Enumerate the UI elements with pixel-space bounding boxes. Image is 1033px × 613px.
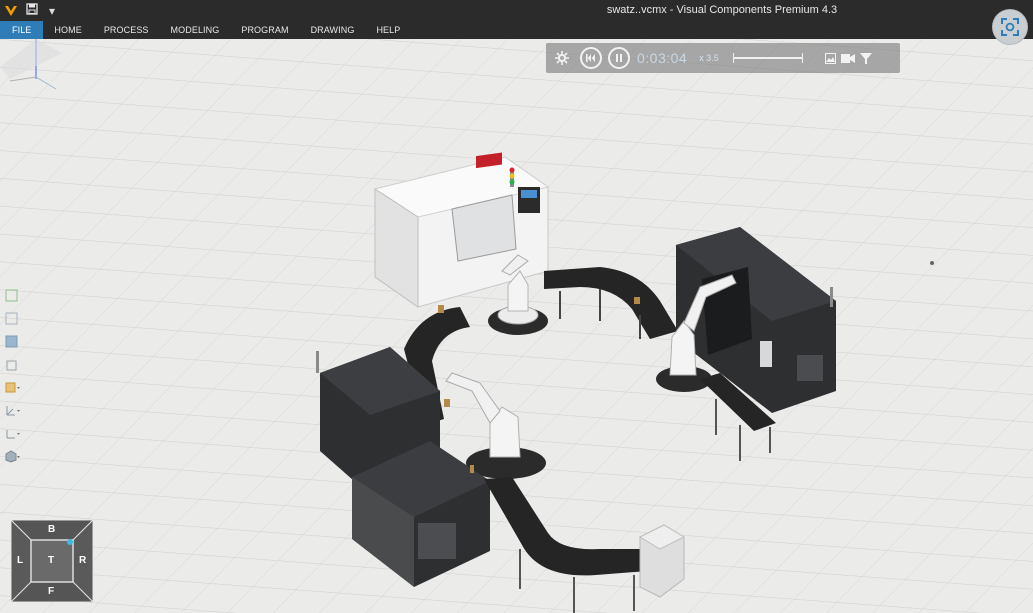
simulation-time: 0:03:04 (637, 50, 688, 66)
speed-slider[interactable] (732, 53, 803, 63)
zoom-box-icon[interactable] (5, 311, 23, 325)
navcube-left[interactable]: L (17, 555, 23, 566)
axis-icon[interactable] (5, 403, 23, 417)
simulation-controls: 0:03:04 x 3.5 (546, 43, 900, 73)
parts-bin[interactable] (638, 524, 686, 598)
conveyor-bottom-curve[interactable] (484, 477, 648, 613)
snap-icon[interactable] (5, 426, 23, 440)
render-mode-icon[interactable] (5, 449, 23, 463)
navcube-front[interactable]: F (48, 586, 54, 597)
perspective-icon[interactable] (5, 357, 23, 371)
menu-bar: FILE HOME PROCESS MODELING PROGRAM DRAWI… (0, 21, 1033, 39)
menu-help[interactable]: HELP (365, 21, 411, 39)
menu-modeling[interactable]: MODELING (160, 21, 231, 39)
navcube-back[interactable]: B (48, 524, 55, 535)
navcube-right[interactable]: R (79, 555, 86, 566)
box-select-icon[interactable] (5, 380, 23, 394)
visual-components-logo-icon[interactable] (0, 0, 22, 21)
title-bar: ▾ (0, 0, 1033, 21)
camera-icon[interactable] (839, 46, 857, 70)
pause-icon[interactable] (608, 47, 630, 69)
screenshot-icon[interactable] (992, 9, 1028, 45)
filter-icon[interactable] (857, 46, 875, 70)
reset-icon[interactable] (580, 47, 602, 69)
menu-home[interactable]: HOME (43, 21, 92, 39)
factory-cell-model[interactable] (0, 39, 1033, 613)
fill-view-icon[interactable] (5, 288, 23, 302)
menu-process[interactable]: PROCESS (93, 21, 160, 39)
menu-program[interactable]: PROGRAM (230, 21, 299, 39)
3d-viewport[interactable]: B L T R F (0, 39, 1033, 613)
gear-icon[interactable] (550, 46, 574, 70)
quick-access-dropdown-icon[interactable]: ▾ (42, 4, 62, 18)
menu-file[interactable]: FILE (0, 21, 44, 39)
navcube-top[interactable]: T (48, 555, 54, 566)
view-tools (5, 288, 23, 472)
save-icon[interactable] (22, 3, 42, 18)
navigation-cube[interactable]: B L T R F (11, 520, 93, 602)
conveyor-top-right[interactable] (544, 267, 678, 339)
simulation-speed[interactable]: x 3.5 (699, 53, 719, 63)
menu-drawing[interactable]: DRAWING (300, 21, 366, 39)
image-icon[interactable] (823, 46, 839, 70)
view-layout-icon[interactable] (5, 334, 23, 348)
